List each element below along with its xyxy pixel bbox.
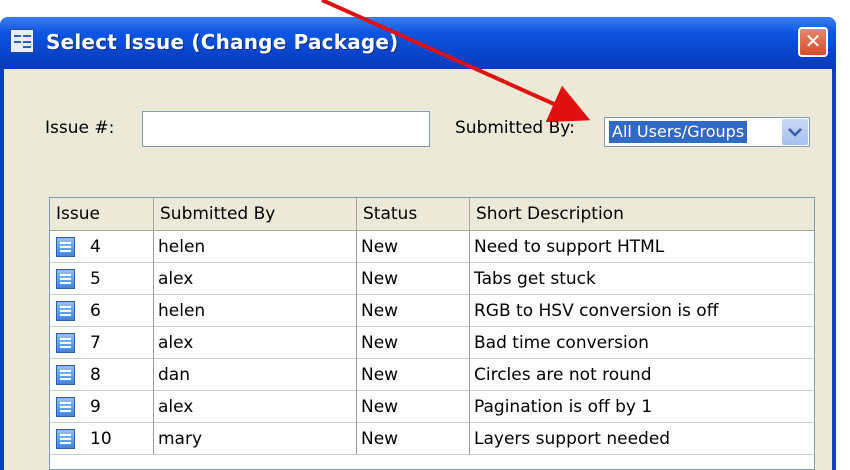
issue-icon xyxy=(56,365,75,385)
cell-status: New xyxy=(357,263,470,295)
table-row[interactable]: 7 alex New Bad time conversion xyxy=(50,327,814,359)
issue-icon xyxy=(56,301,75,321)
cell-description: Tabs get stuck xyxy=(470,263,814,295)
issue-icon xyxy=(56,269,75,289)
column-header-issue[interactable]: Issue xyxy=(50,198,154,230)
cell-status: New xyxy=(357,295,470,327)
table-row[interactable]: 4 helen New Need to support HTML xyxy=(50,231,814,263)
cell-description: Circles are not round xyxy=(470,359,814,391)
issue-number-label: Issue #: xyxy=(45,118,115,138)
cell-status: New xyxy=(357,327,470,359)
cell-submitted-by: dan xyxy=(154,359,357,391)
submitted-by-label: Submitted By: xyxy=(455,118,575,138)
cell-status: New xyxy=(357,391,470,423)
cell-issue: 6 xyxy=(50,295,154,327)
title-bar[interactable]: Select Issue (Change Package) ✕ xyxy=(0,17,836,69)
cell-issue: 8 xyxy=(50,359,154,391)
select-issue-dialog: Select Issue (Change Package) ✕ Issue #:… xyxy=(0,17,836,470)
issue-icon xyxy=(56,237,75,257)
cell-issue: 5 xyxy=(50,263,154,295)
issue-number-input[interactable] xyxy=(142,111,430,147)
close-icon: ✕ xyxy=(804,29,822,53)
cell-submitted-by: helen xyxy=(154,295,357,327)
table-row[interactable]: 10 mary New Layers support needed xyxy=(50,423,814,455)
dropdown-arrow-icon xyxy=(788,128,802,137)
issue-icon xyxy=(56,333,75,353)
submitted-by-value: All Users/Groups xyxy=(609,121,748,143)
cell-submitted-by: alex xyxy=(154,391,357,423)
cell-submitted-by: helen xyxy=(154,231,357,263)
cell-issue: 10 xyxy=(50,423,154,455)
cell-submitted-by: alex xyxy=(154,327,357,359)
column-header-short-description[interactable]: Short Description xyxy=(470,198,814,230)
table-row[interactable]: 6 helen New RGB to HSV conversion is off xyxy=(50,295,814,327)
dialog-title: Select Issue (Change Package) xyxy=(46,30,399,54)
cell-status: New xyxy=(357,359,470,391)
cell-status: New xyxy=(357,423,470,455)
dialog-body: Issue #: Submitted By: All Users/Groups … xyxy=(4,69,832,470)
issue-number: 5 xyxy=(90,269,101,289)
cell-issue: 9 xyxy=(50,391,154,423)
issue-icon xyxy=(56,429,75,449)
column-header-submitted-by[interactable]: Submitted By xyxy=(154,198,357,230)
cell-status: New xyxy=(357,231,470,263)
issue-icon xyxy=(56,397,75,417)
cell-issue: 4 xyxy=(50,231,154,263)
cell-issue: 7 xyxy=(50,327,154,359)
cell-submitted-by: alex xyxy=(154,263,357,295)
cell-description: Layers support needed xyxy=(470,423,814,455)
app-icon xyxy=(10,29,34,53)
issue-number: 4 xyxy=(90,237,101,257)
issue-number: 9 xyxy=(90,397,101,417)
close-button[interactable]: ✕ xyxy=(798,27,828,57)
cell-description: Need to support HTML xyxy=(470,231,814,263)
issues-table[interactable]: Issue Submitted By Status Short Descript… xyxy=(49,197,815,470)
cell-description: RGB to HSV conversion is off xyxy=(470,295,814,327)
issue-number: 6 xyxy=(90,301,101,321)
issue-number: 10 xyxy=(90,429,112,449)
table-row[interactable]: 5 alex New Tabs get stuck xyxy=(50,263,814,295)
dropdown-button[interactable] xyxy=(782,119,808,145)
cell-submitted-by: mary xyxy=(154,423,357,455)
cell-description: Pagination is off by 1 xyxy=(470,391,814,423)
table-row[interactable]: 9 alex New Pagination is off by 1 xyxy=(50,391,814,423)
issue-number: 8 xyxy=(90,365,101,385)
table-row[interactable]: 8 dan New Circles are not round xyxy=(50,359,814,391)
column-header-status[interactable]: Status xyxy=(357,198,470,230)
submitted-by-select[interactable]: All Users/Groups xyxy=(604,117,810,147)
issue-number: 7 xyxy=(90,333,101,353)
table-header: Issue Submitted By Status Short Descript… xyxy=(50,198,814,231)
cell-description: Bad time conversion xyxy=(470,327,814,359)
